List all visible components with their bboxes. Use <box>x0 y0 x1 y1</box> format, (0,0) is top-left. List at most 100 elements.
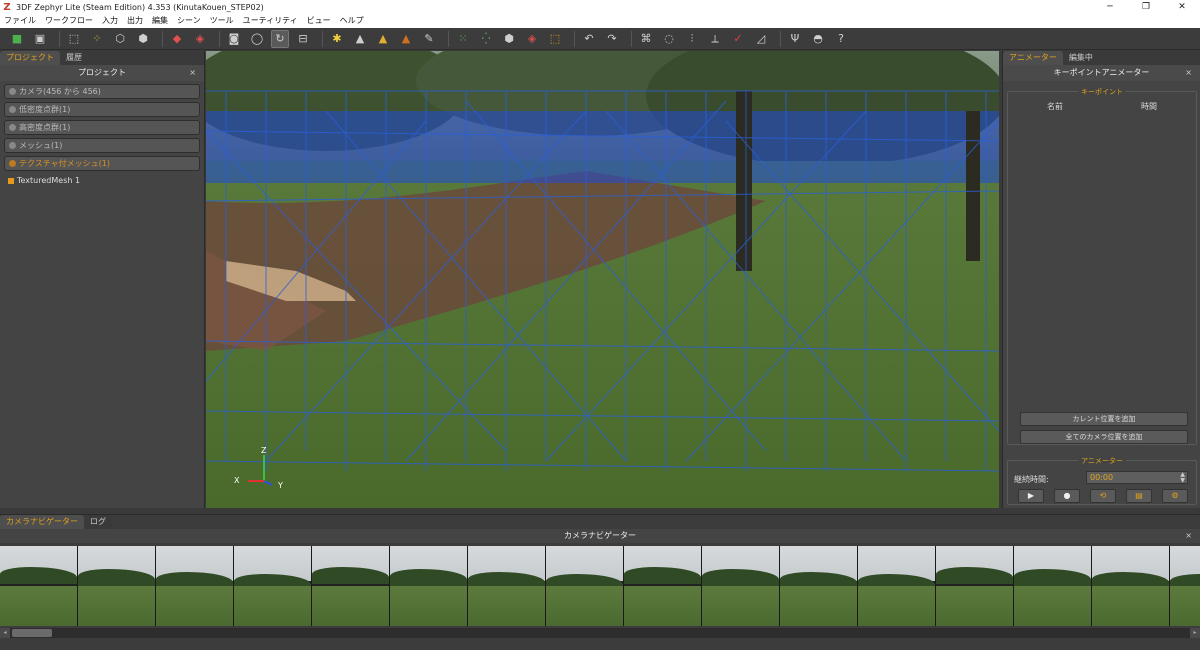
triangle-icon[interactable]: ▲ <box>351 30 369 48</box>
toolbar-separator <box>574 30 575 47</box>
redo-icon[interactable]: ↷ <box>603 30 621 48</box>
tab-history[interactable]: 履歴 <box>60 51 88 65</box>
fit-icon[interactable]: ⊟ <box>294 30 312 48</box>
camera-navigator-close-icon[interactable]: × <box>1185 529 1192 543</box>
menu-export[interactable]: 出力 <box>123 14 148 28</box>
dense-cloud-icon[interactable]: ⁛ <box>477 30 495 48</box>
new-project-icon[interactable]: ■ <box>8 30 26 48</box>
menu-edit[interactable]: 編集 <box>148 14 173 28</box>
tab-camera-navigator[interactable]: カメラナビゲーター <box>0 515 84 529</box>
export-frames-button[interactable]: ▤ <box>1126 489 1152 503</box>
add-all-camera-positions-button[interactable]: 全てのカメラ位置を追加 <box>1020 430 1188 444</box>
project-row-cameras[interactable]: カメラ(456 から 456) <box>4 84 200 99</box>
camera-thumbnail[interactable] <box>702 546 780 626</box>
play-button[interactable]: ▶ <box>1018 489 1044 503</box>
settings-button[interactable]: ⚙ <box>1162 489 1188 503</box>
scroll-left-button[interactable]: ◂ <box>0 628 10 638</box>
camera-thumbnail[interactable] <box>156 546 234 626</box>
tree-item-textured-mesh-1[interactable]: TexturedMesh 1 <box>8 176 204 185</box>
visibility-checkbox[interactable] <box>8 177 14 184</box>
menu-tools[interactable]: ツール <box>206 14 239 28</box>
menu-workflow[interactable]: ワークフロー <box>41 14 98 28</box>
textured-mesh-icon[interactable]: ◈ <box>191 30 209 48</box>
collapse-icon[interactable] <box>9 160 16 167</box>
project-row-sparse-cloud[interactable]: 低密度点群(1) <box>4 102 200 117</box>
save-icon[interactable]: ▣ <box>31 30 49 48</box>
duration-spinner-icon[interactable]: ▲ ▼ <box>1180 472 1185 484</box>
menu-import[interactable]: 入力 <box>98 14 123 28</box>
camera-thumbnail[interactable] <box>78 546 156 626</box>
triangle-texture-icon[interactable]: ▲ <box>397 30 415 48</box>
mesh-icon[interactable]: ◆ <box>168 30 186 48</box>
camera-thumbnail[interactable] <box>1014 546 1092 626</box>
point-cloud-icon[interactable]: ⁙ <box>454 30 472 48</box>
loop-button[interactable]: ⟲ <box>1090 489 1116 503</box>
rotate-icon[interactable]: ↻ <box>271 29 289 48</box>
horizontal-scrollbar[interactable]: ◂ ▸ <box>0 628 1200 638</box>
duration-input[interactable]: 00:00 ▲ ▼ <box>1086 471 1188 484</box>
orbit-icon[interactable]: ◯ <box>248 30 266 48</box>
project-row-textured-mesh[interactable]: テクスチャ付メッシュ(1) <box>4 156 200 171</box>
brush-icon[interactable]: ✎ <box>420 30 438 48</box>
minimize-button[interactable]: ─ <box>1092 0 1128 14</box>
ruler-icon[interactable]: ◿ <box>752 30 770 48</box>
camera-thumbnail[interactable] <box>1092 546 1170 626</box>
triangle-color-icon[interactable]: ▲ <box>374 30 392 48</box>
menu-scene[interactable]: シーン <box>173 14 206 28</box>
project-panel-close-icon[interactable]: × <box>189 65 196 81</box>
tab-log[interactable]: ログ <box>84 515 112 529</box>
camera-thumbnail[interactable] <box>780 546 858 626</box>
measure-icon[interactable]: ⟂ <box>706 30 724 48</box>
camera-thumbnail[interactable] <box>546 546 624 626</box>
menu-view[interactable]: ビュー <box>303 14 336 28</box>
select-lasso-icon[interactable]: ⌘ <box>637 30 655 48</box>
add-current-position-button[interactable]: カレント位置を追加 <box>1020 412 1188 426</box>
collapse-icon[interactable] <box>9 106 16 113</box>
camera-thumbnail[interactable] <box>936 546 1014 626</box>
tool-icon[interactable]: Ψ <box>786 30 804 48</box>
cube-icon[interactable]: ⬡ <box>111 30 129 48</box>
axes-icon[interactable]: ✓ <box>729 30 747 48</box>
mesh-view-icon[interactable]: ⬢ <box>500 30 518 48</box>
window-title: 3DF Zephyr Lite (Steam Edition) 4.353 (K… <box>16 2 264 12</box>
pick-icon[interactable]: ⫶ <box>683 30 701 48</box>
collapse-icon[interactable] <box>9 88 16 95</box>
tab-editing[interactable]: 編集中 <box>1062 51 1099 65</box>
help-icon[interactable]: ? <box>832 30 850 48</box>
camera-icon[interactable]: ◙ <box>225 30 243 48</box>
cube-wire-icon[interactable]: ⬢ <box>134 30 152 48</box>
scrollbar-thumb[interactable] <box>12 629 52 637</box>
maximize-button[interactable]: ❐ <box>1128 0 1164 14</box>
bbox-icon[interactable]: ⬚ <box>546 30 564 48</box>
close-button[interactable]: ✕ <box>1164 0 1200 14</box>
project-row-mesh[interactable]: メッシュ(1) <box>4 138 200 153</box>
points-icon[interactable]: ⁘ <box>88 30 106 48</box>
camera-thumbnail[interactable] <box>468 546 546 626</box>
collapse-icon[interactable] <box>9 142 16 149</box>
camera-thumbnail[interactable] <box>858 546 936 626</box>
tab-animator[interactable]: アニメーター <box>1003 51 1063 65</box>
texture-view-icon[interactable]: ◈ <box>523 30 541 48</box>
light-icon[interactable]: ✱ <box>328 30 346 48</box>
camera-thumbnail[interactable] <box>624 546 702 626</box>
tab-project[interactable]: プロジェクト <box>0 51 60 65</box>
camera-thumbnail[interactable] <box>390 546 468 626</box>
thumb-grass <box>936 586 1013 626</box>
animator-panel-close-icon[interactable]: × <box>1185 65 1192 81</box>
3d-viewport[interactable]: Z X Y <box>206 51 999 508</box>
circle-select-icon[interactable]: ◌ <box>660 30 678 48</box>
menu-utilities[interactable]: ユーティリティ <box>239 14 303 28</box>
menu-file[interactable]: ファイル <box>0 14 41 28</box>
camera-thumbnail[interactable] <box>1170 546 1200 626</box>
menu-help[interactable]: ヘルプ <box>336 14 369 28</box>
scroll-right-button[interactable]: ▸ <box>1190 628 1200 638</box>
vr-icon[interactable]: ◓ <box>809 30 827 48</box>
project-row-dense-cloud[interactable]: 高密度点群(1) <box>4 120 200 135</box>
undo-icon[interactable]: ↶ <box>580 30 598 48</box>
camera-thumbnail[interactable] <box>234 546 312 626</box>
camera-thumbnail[interactable] <box>0 546 78 626</box>
record-button[interactable]: ● <box>1054 489 1080 503</box>
select-rect-icon[interactable]: ⬚ <box>65 30 83 48</box>
camera-thumbnail[interactable] <box>312 546 390 626</box>
collapse-icon[interactable] <box>9 124 16 131</box>
